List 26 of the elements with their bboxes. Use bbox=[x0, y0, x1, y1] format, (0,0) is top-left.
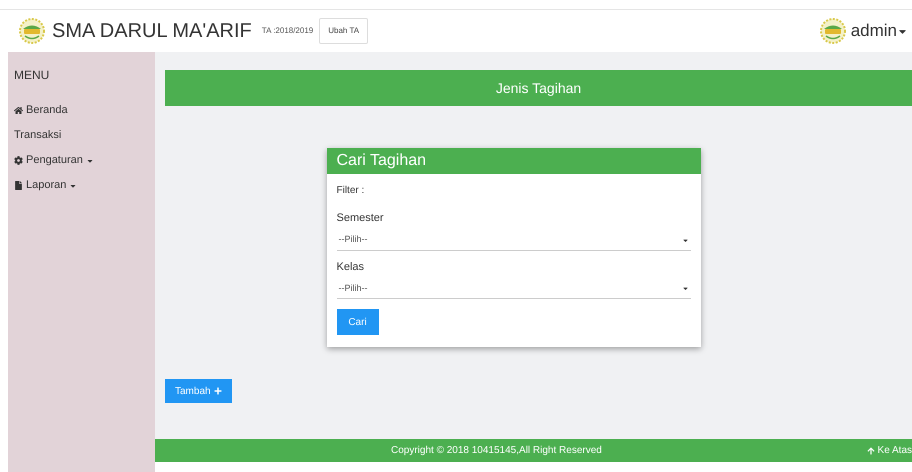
select-field[interactable]: --Pilih-- bbox=[336, 230, 690, 250]
sidebar-item[interactable]: Laporan bbox=[14, 173, 78, 198]
home-icon bbox=[14, 106, 23, 115]
site-title: SMA DARUL MA'ARIF bbox=[52, 19, 252, 44]
academic-year: TA :2018/2019 bbox=[262, 25, 314, 37]
school-logo-icon bbox=[818, 17, 847, 45]
caret-icon bbox=[682, 285, 688, 292]
plus-icon bbox=[214, 387, 222, 395]
file-icon bbox=[14, 181, 23, 190]
select-field[interactable]: --Pilih-- bbox=[336, 279, 690, 299]
menu-heading: MENU bbox=[14, 67, 50, 84]
page-title: Jenis Tagihan bbox=[496, 78, 582, 98]
caret-icon bbox=[682, 236, 688, 244]
sidebar-item[interactable]: Pengaturan bbox=[14, 148, 94, 173]
card-title: Cari Tagihan bbox=[336, 151, 426, 171]
sidebar-item[interactable]: Transaksi bbox=[14, 123, 62, 148]
field-label: Kelas bbox=[336, 260, 366, 274]
change-year-button[interactable]: Ubah TA bbox=[319, 18, 368, 44]
arrow-up-icon bbox=[866, 446, 875, 454]
gear-icon bbox=[14, 156, 23, 165]
sidebar-item[interactable]: Beranda bbox=[14, 98, 68, 123]
user-menu[interactable]: admin bbox=[850, 18, 908, 44]
field-label: Semester bbox=[336, 211, 385, 226]
copyright-text: Copyright © 2018 10415145,All Right Reserved bbox=[391, 444, 602, 458]
filter-label: Filter : bbox=[336, 184, 366, 198]
school-logo-icon bbox=[18, 17, 46, 45]
